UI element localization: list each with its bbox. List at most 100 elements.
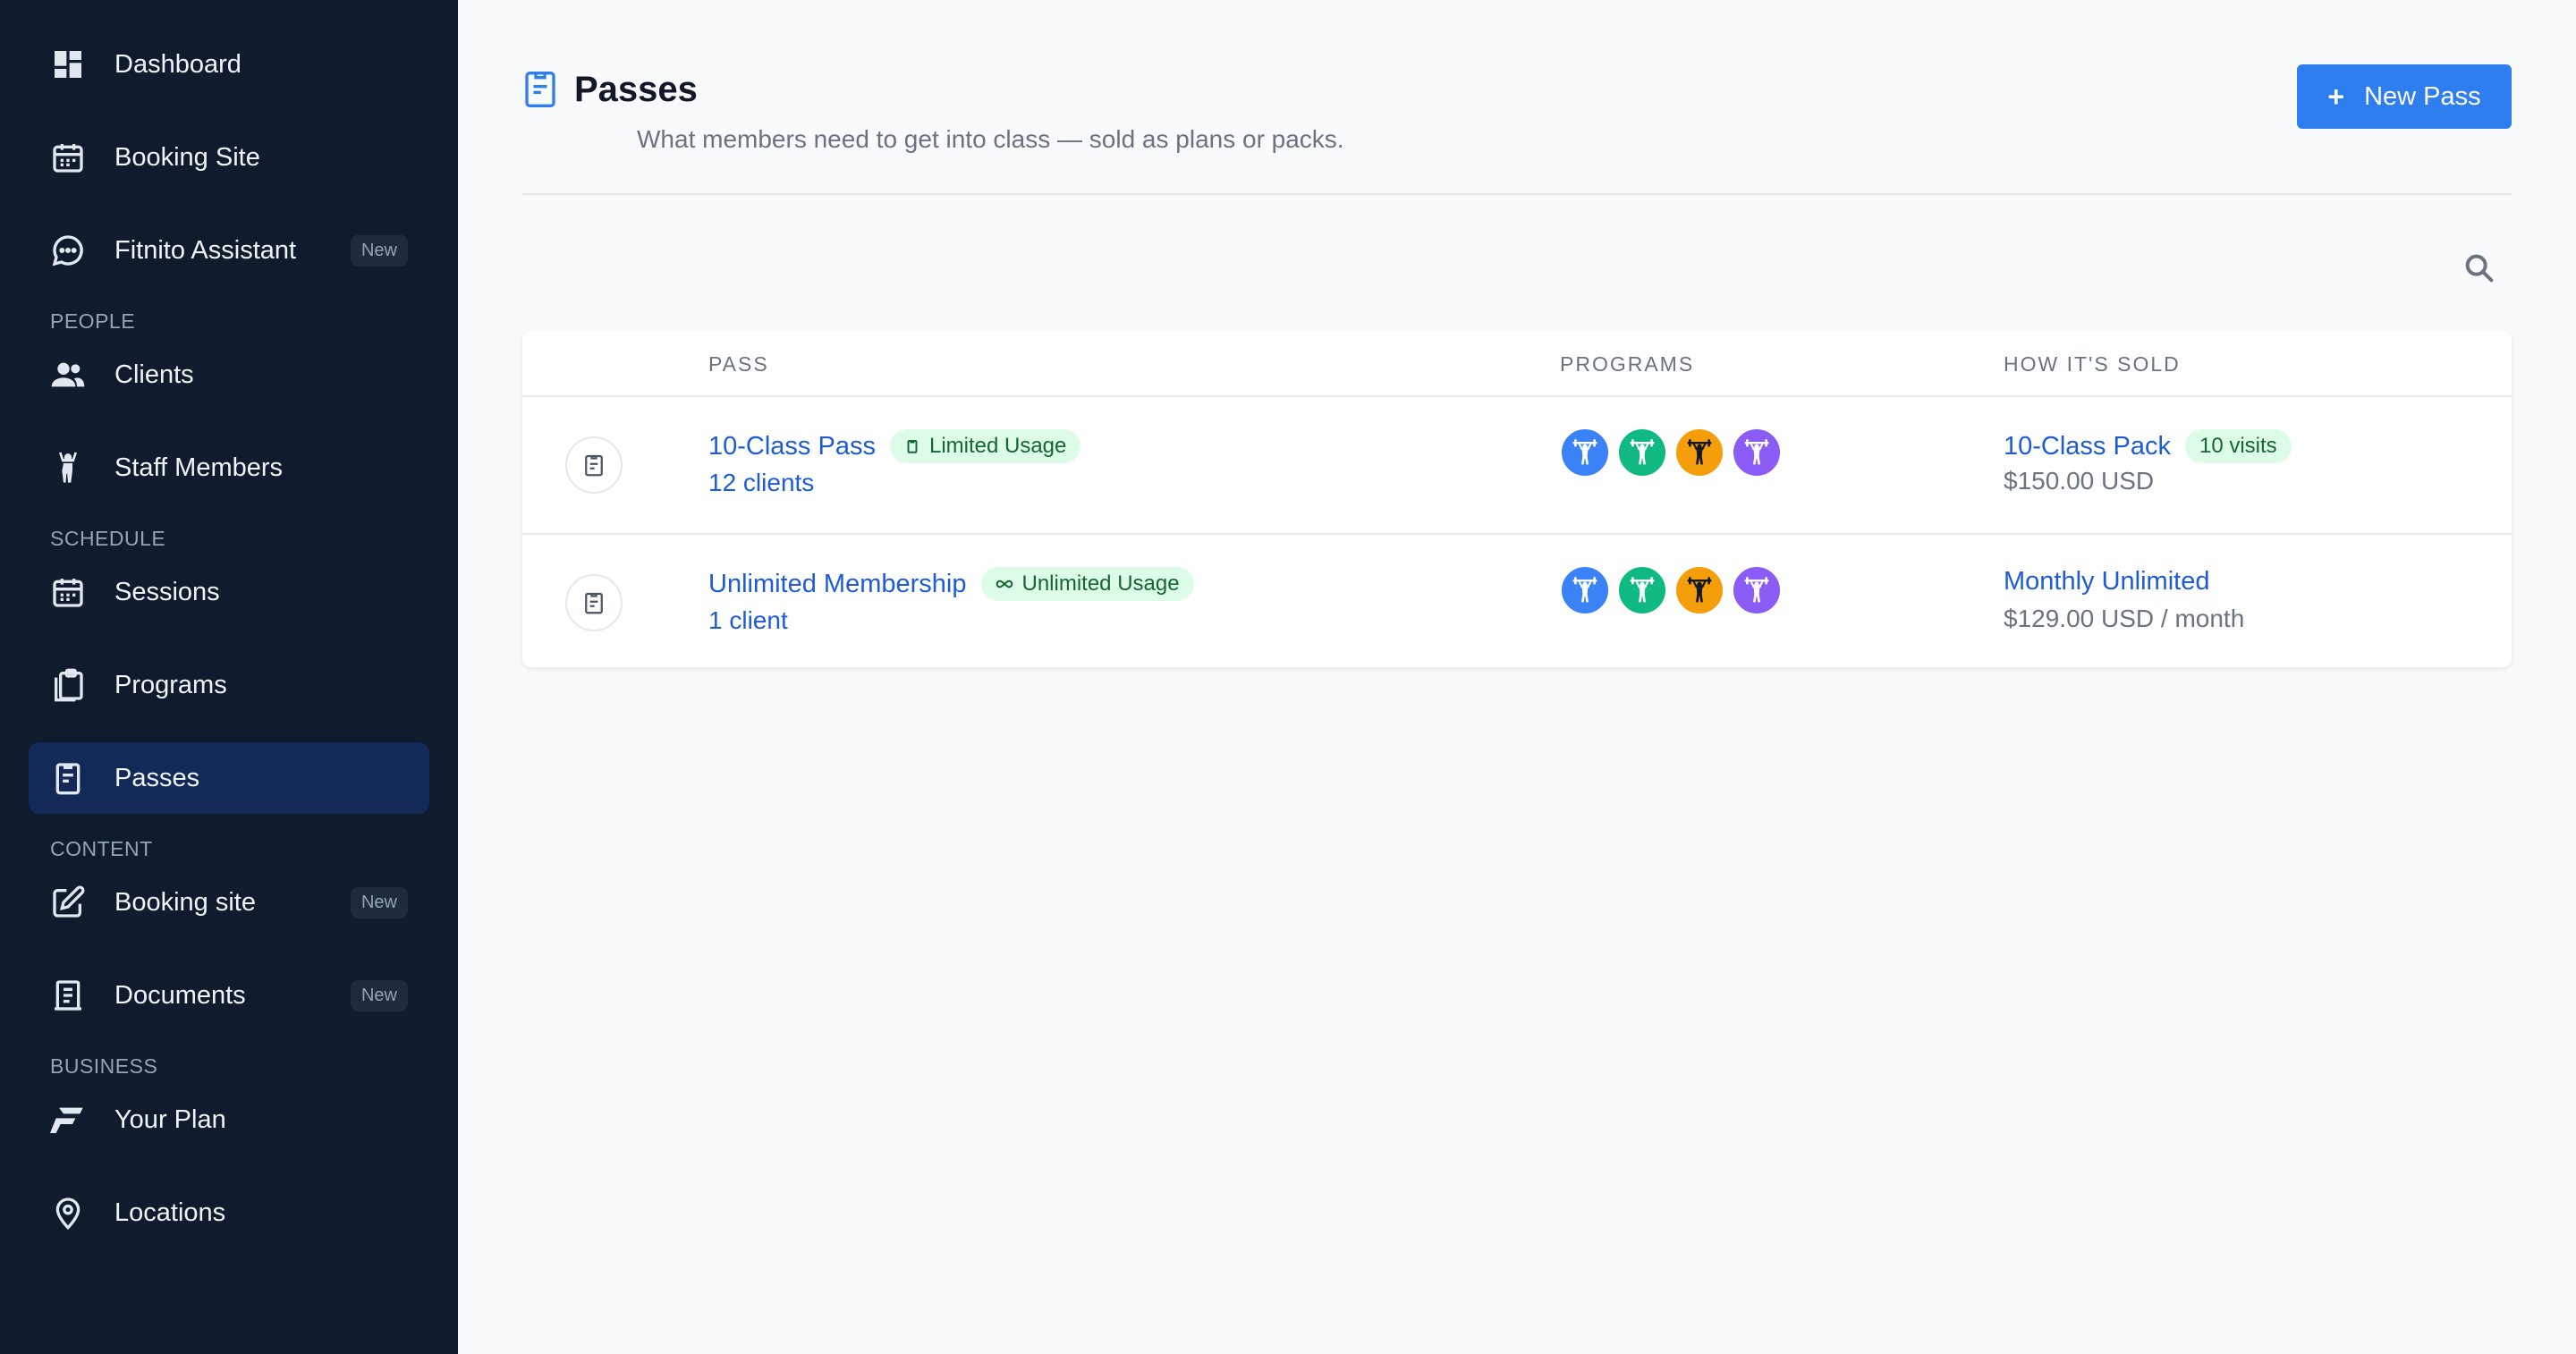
location-pin-icon — [50, 1195, 86, 1231]
calendar-icon — [50, 574, 86, 610]
program-avatar[interactable] — [1674, 565, 1724, 615]
page-subtitle: What members need to get into class — so… — [637, 125, 1344, 153]
section-label-content: CONTENT — [50, 837, 153, 860]
calendar-icon — [50, 140, 86, 175]
sidebar-item-staff-members[interactable]: Staff Members — [29, 432, 429, 504]
weightlifter-icon — [1744, 439, 1769, 465]
chat-icon — [50, 233, 86, 268]
sidebar-item-label: Your Plan — [114, 1104, 226, 1134]
sidebar-item-locations[interactable]: Locations — [29, 1177, 429, 1248]
page-title: Passes — [574, 69, 698, 109]
sidebar-item-label: Booking site — [114, 887, 256, 917]
document-icon — [50, 977, 86, 1013]
usage-badge: Limited Usage — [889, 429, 1081, 463]
weightlifter-icon — [1687, 577, 1712, 603]
infinity-icon — [996, 580, 1013, 588]
usage-badge-label: Limited Usage — [928, 434, 1067, 458]
section-label-schedule: SCHEDULE — [50, 527, 166, 550]
new-pass-label: New Pass — [2364, 81, 2481, 111]
sold-price: $129.00 USD / month — [2004, 605, 2245, 632]
column-header-programs: PROGRAMS — [1560, 352, 1695, 376]
page-header: Passes What members need to get into cla… — [522, 0, 2512, 195]
sidebar-item-programs[interactable]: Programs — [29, 649, 429, 721]
column-header-pass: PASS — [708, 352, 769, 376]
pass-icon — [525, 72, 555, 107]
sidebar-item-label: Locations — [114, 1197, 226, 1227]
sidebar-item-dashboard[interactable]: Dashboard — [29, 29, 429, 100]
sidebar-item-fitnito-assistant[interactable]: Fitnito Assistant New — [29, 215, 429, 286]
weightlifter-icon — [1572, 439, 1597, 465]
sold-plan-link[interactable]: 10-Class Pack — [2004, 432, 2171, 461]
sold-name-line: Monthly Unlimited — [2004, 567, 2209, 597]
weightlifter-icon — [1572, 577, 1597, 603]
section-label-business: BUSINESS — [50, 1054, 158, 1078]
sidebar-item-label: Clients — [114, 360, 194, 389]
sidebar-item-passes[interactable]: Passes — [29, 742, 429, 814]
table-row[interactable]: 10-Class Pass Limited Usage 12 clients 1… — [522, 397, 2512, 533]
usage-badge: Unlimited Usage — [980, 567, 1194, 601]
weightlifter-icon — [1630, 439, 1655, 465]
new-badge: New — [350, 979, 408, 1011]
pass-name-line: Unlimited Membership Unlimited Usage — [708, 567, 1194, 601]
sidebar: Dashboard Booking Site Fitnito Assistant… — [0, 0, 458, 1354]
title-row: Passes — [522, 68, 698, 111]
sold-name-line: 10-Class Pack 10 visits — [2004, 429, 2292, 463]
program-avatar[interactable] — [1617, 565, 1667, 615]
weightlifter-icon — [1630, 577, 1655, 603]
sidebar-item-documents[interactable]: Documents New — [29, 960, 429, 1031]
program-avatar[interactable] — [1617, 427, 1667, 478]
sidebar-item-label: Staff Members — [114, 453, 284, 482]
new-badge: New — [350, 234, 408, 267]
plus-icon: + — [2327, 80, 2345, 113]
passes-table: PASS PROGRAMS HOW IT'S SOLD 10-Class Pas… — [522, 331, 2512, 667]
sidebar-item-your-plan[interactable]: Your Plan — [29, 1084, 429, 1155]
sidebar-item-label: Sessions — [114, 577, 220, 606]
pass-icon — [50, 760, 86, 796]
dashboard-icon — [50, 47, 86, 82]
search-icon[interactable] — [2462, 250, 2497, 286]
program-avatar[interactable] — [1560, 565, 1610, 615]
edit-icon — [50, 884, 86, 920]
sidebar-item-booking-site[interactable]: Booking Site — [29, 122, 429, 193]
sold-plan-link[interactable]: Monthly Unlimited — [2004, 567, 2209, 597]
program-avatar[interactable] — [1674, 427, 1724, 478]
staff-icon — [50, 450, 86, 486]
pass-icon — [565, 574, 623, 631]
programs-list — [1560, 427, 1789, 478]
programs-list — [1560, 565, 1789, 615]
program-avatar[interactable] — [1732, 427, 1782, 478]
section-label-people: PEOPLE — [50, 309, 136, 333]
sidebar-item-booking-site-content[interactable]: Booking site New — [29, 867, 429, 938]
pass-icon — [565, 436, 623, 494]
clients-icon — [50, 357, 86, 393]
weightlifter-icon — [1744, 577, 1769, 603]
pass-name-link[interactable]: Unlimited Membership — [708, 570, 967, 599]
sidebar-item-label: Programs — [114, 670, 227, 699]
program-avatar[interactable] — [1732, 565, 1782, 615]
fitnito-logo-icon — [50, 1102, 86, 1138]
sidebar-item-label: Passes — [114, 763, 200, 792]
pass-clients-link[interactable]: 12 clients — [708, 469, 814, 497]
column-header-how-sold: HOW IT'S SOLD — [2004, 352, 2181, 376]
usage-badge-label: Unlimited Usage — [1021, 571, 1180, 596]
pass-clients-link[interactable]: 1 client — [708, 606, 788, 635]
main-content: Passes What members need to get into cla… — [458, 0, 2576, 1354]
sidebar-item-label: Booking Site — [114, 142, 260, 172]
new-pass-button[interactable]: + New Pass — [2297, 64, 2512, 129]
sidebar-item-sessions[interactable]: Sessions — [29, 556, 429, 628]
table-row[interactable]: Unlimited Membership Unlimited Usage 1 c… — [522, 533, 2512, 669]
clipboard-stack-icon — [50, 667, 86, 703]
sidebar-item-label: Dashboard — [114, 49, 242, 79]
pass-name-line: 10-Class Pass Limited Usage — [708, 429, 1081, 463]
visits-badge: 10 visits — [2184, 429, 2292, 463]
sidebar-item-clients[interactable]: Clients — [29, 339, 429, 410]
clipboard-icon — [907, 440, 918, 453]
sold-price: $150.00 USD — [2004, 467, 2155, 495]
program-avatar[interactable] — [1560, 427, 1610, 478]
sidebar-item-label: Fitnito Assistant — [114, 235, 297, 265]
table-header: PASS PROGRAMS HOW IT'S SOLD — [522, 331, 2512, 397]
pass-name-link[interactable]: 10-Class Pass — [708, 432, 876, 461]
sidebar-item-label: Documents — [114, 980, 246, 1010]
new-badge: New — [350, 886, 408, 918]
weightlifter-icon — [1687, 439, 1712, 465]
